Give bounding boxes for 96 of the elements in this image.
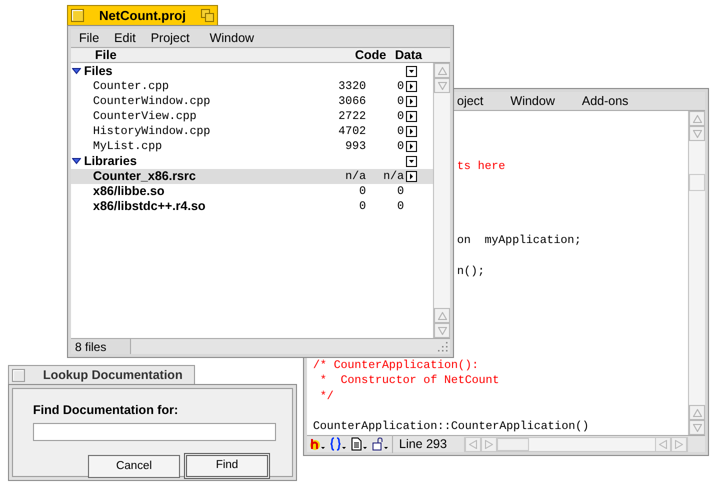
menu-item[interactable]: Window: [210, 28, 254, 48]
code-line: ts here: [457, 159, 506, 174]
code-line: * Constructor of NetCount: [318, 373, 500, 389]
scroll-down-button[interactable]: [689, 126, 705, 141]
column-header[interactable]: Code: [355, 46, 395, 64]
triangle-down-icon: [692, 424, 702, 432]
group-label: Files: [83, 63, 114, 80]
triangle-right-icon: [675, 440, 683, 448]
triangle-left-icon: [659, 440, 667, 448]
scroll-right-button[interactable]: [481, 436, 497, 452]
dropdown-icon[interactable]: [406, 66, 417, 77]
triangle-left-icon: [469, 440, 477, 448]
close-box-icon[interactable]: [71, 9, 84, 22]
window-title: NetCount.proj: [99, 6, 186, 25]
code-line: /* CounterApplication():: [313, 358, 480, 374]
code-size: 3320: [337, 78, 366, 95]
code-size: 0: [358, 184, 366, 200]
status-text: 8 files: [71, 339, 131, 354]
file-name: CounterView.cpp: [92, 108, 198, 125]
disclosure-triangle-icon[interactable]: [72, 67, 81, 76]
file-name: x86/libbe.so: [92, 183, 166, 200]
scroll-down-button[interactable]: [689, 420, 705, 435]
dialog-button[interactable]: Cancel: [88, 454, 180, 478]
file-name: Counter_x86.rsrc: [92, 168, 197, 186]
scroll-thumb[interactable]: [497, 438, 529, 450]
menu-item[interactable]: Add-ons: [582, 92, 628, 110]
data-size: 0: [396, 184, 405, 200]
triangle-up-icon: [438, 66, 446, 74]
scroll-up-button[interactable]: [689, 405, 705, 420]
scrollbar[interactable]: [433, 63, 450, 338]
code-line: n();: [457, 264, 486, 280]
horizontal-scrollbar[interactable]: [464, 436, 688, 452]
data-size: n/a: [382, 168, 405, 185]
data-size: 0: [396, 94, 405, 110]
scroll-down-button[interactable]: [434, 323, 450, 338]
triangle-down-icon: [692, 130, 702, 138]
data-size: 0: [396, 124, 405, 140]
zoom-box-icon[interactable]: [201, 9, 214, 22]
window-tab[interactable]: NetCount.proj: [67, 5, 218, 25]
header-icon[interactable]: [309, 437, 327, 451]
group-label: Libraries: [83, 153, 138, 170]
file-name: MyList.cpp: [92, 138, 164, 155]
triangle-up-icon: [692, 114, 702, 122]
code-line: on myApplication;: [457, 233, 582, 248]
data-size: 0: [396, 138, 405, 155]
triangle-up-icon: [692, 408, 702, 416]
data-size: 0: [396, 198, 405, 215]
menu-item[interactable]: Window: [510, 92, 555, 110]
file-row[interactable]: CounterWindow.cpp 3066 0: [71, 94, 433, 109]
menu-item[interactable]: oject: [457, 92, 484, 110]
code-size: 0: [358, 198, 366, 215]
triangle-down-icon: [438, 326, 446, 334]
close-box-icon[interactable]: [12, 368, 25, 382]
file-name: CounterWindow.cpp: [92, 94, 212, 110]
scroll-left-button[interactable]: [655, 436, 671, 452]
scroll-down-button[interactable]: [434, 78, 450, 93]
dropdown-icon[interactable]: [406, 156, 417, 167]
document-icon[interactable]: [351, 437, 369, 451]
scroll-left-button[interactable]: [465, 436, 481, 452]
triangle-down-icon: [438, 82, 446, 90]
window-title: Lookup Documentation: [43, 366, 183, 384]
scroll-up-button[interactable]: [434, 63, 450, 78]
column-header[interactable]: File: [71, 46, 355, 64]
code-size: 993: [344, 138, 366, 155]
code-size: 4702: [337, 124, 366, 140]
dialog-button[interactable]: Find: [184, 452, 270, 479]
lock-icon[interactable]: [372, 437, 390, 451]
split-handle[interactable]: [689, 174, 705, 191]
code-size: 2722: [337, 108, 366, 125]
window-tab[interactable]: Lookup Documentation: [8, 365, 195, 384]
code-line: CounterApplication::CounterApplication(): [313, 418, 590, 434]
menu-item[interactable]: Project: [150, 28, 190, 48]
triangle-up-icon: [438, 312, 446, 320]
menu-item[interactable]: File: [79, 28, 100, 48]
file-name: HistoryWindow.cpp: [92, 124, 212, 140]
resize-grip-icon[interactable]: [435, 339, 450, 354]
code-size: 3066: [337, 94, 366, 110]
file-name: Counter.cpp: [92, 78, 170, 95]
file-name: x86/libstdc++.r4.so: [92, 198, 207, 216]
braces-icon[interactable]: [330, 437, 348, 451]
data-size: 0: [396, 78, 405, 95]
file-row[interactable]: Counter_x86.rsrc n/a n/a: [71, 169, 433, 184]
code-line: */: [318, 388, 335, 404]
menu-item[interactable]: Edit: [114, 28, 136, 48]
triangle-right-icon: [485, 440, 493, 448]
scroll-up-button[interactable]: [434, 308, 450, 323]
input-field[interactable]: [33, 422, 276, 441]
scrollbar[interactable]: [688, 111, 705, 435]
field-label: Find Documentation for:: [33, 402, 180, 419]
scroll-right-button[interactable]: [671, 436, 687, 452]
scroll-up-button[interactable]: [689, 111, 705, 126]
file-row[interactable]: Counter.cpp 3320 0: [71, 79, 433, 94]
column-header[interactable]: Data: [395, 46, 450, 64]
disclosure-triangle-icon[interactable]: [72, 157, 81, 166]
code-size: n/a: [344, 168, 366, 185]
data-size: 0: [396, 108, 405, 125]
